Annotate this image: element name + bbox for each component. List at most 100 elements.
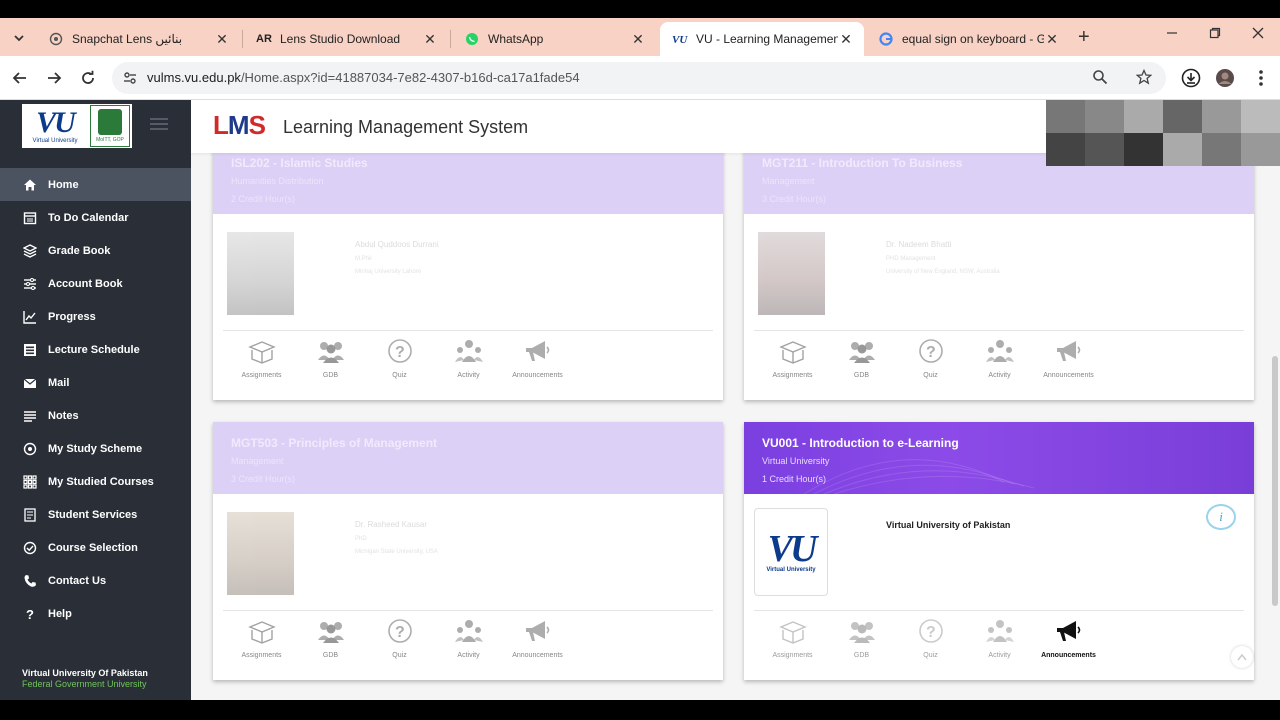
phone-icon (22, 573, 38, 589)
course-card-mgt503[interactable]: MGT503 - Principles of Management Manage… (213, 422, 723, 680)
sidebar-item-progress[interactable]: Progress (0, 300, 191, 333)
quiz-button[interactable]: ? Quiz (365, 330, 434, 379)
activity-button[interactable]: Activity (965, 610, 1034, 659)
course-department: Management (231, 456, 284, 466)
sidebar-item-lecture-schedule[interactable]: Lecture Schedule (0, 333, 191, 366)
close-icon[interactable]: ✕ (1044, 31, 1060, 48)
group-icon (315, 616, 347, 646)
scroll-to-top-button[interactable] (1231, 646, 1253, 668)
close-icon[interactable]: ✕ (630, 31, 646, 48)
quiz-button[interactable]: ? Quiz (896, 330, 965, 379)
instructor-institution: Minhaj University Lahore (355, 269, 422, 275)
tab-search-button[interactable] (8, 27, 30, 49)
sidebar-item-course-selection[interactable]: Course Selection (0, 531, 191, 564)
gdb-button[interactable]: GDB (827, 330, 896, 379)
google-icon (878, 31, 894, 47)
announcements-button[interactable]: Announcements (1034, 330, 1103, 379)
book-icon (777, 336, 809, 366)
minimize-icon[interactable] (1157, 26, 1187, 44)
url-text[interactable]: vulms.vu.edu.pk/Home.aspx?id=41887034-7e… (147, 70, 580, 85)
close-icon[interactable]: ✕ (422, 31, 438, 48)
reload-button[interactable] (76, 66, 100, 90)
assignments-button[interactable]: Assignments (758, 610, 827, 659)
forward-button[interactable] (42, 66, 66, 90)
info-icon[interactable]: i (1206, 504, 1236, 530)
course-card-mgt211[interactable]: MGT211 - Introduction To Business Manage… (744, 142, 1254, 400)
course-card-isl202[interactable]: ISL202 - Islamic Studies Humanities Dist… (213, 142, 723, 400)
hamburger-menu-icon[interactable] (150, 118, 168, 133)
course-card-header[interactable]: MGT503 - Principles of Management Manage… (213, 422, 723, 494)
sidebar-item-study-scheme[interactable]: My Study Scheme (0, 432, 191, 465)
window-close-icon[interactable] (1243, 26, 1273, 44)
kebab-menu-icon (1259, 70, 1263, 86)
tab-snapchat[interactable]: Snapchat Lens بنائیں ✕ (36, 22, 240, 56)
services-icon (22, 507, 38, 523)
sidebar-item-label: Notes (48, 409, 79, 422)
vu-logo[interactable]: VU Virtual University MoITT, GOP (22, 104, 132, 148)
avatar-icon (1216, 69, 1234, 87)
sidebar-item-studied-courses[interactable]: My Studied Courses (0, 465, 191, 498)
close-icon[interactable]: ✕ (838, 31, 854, 48)
assignments-button[interactable]: Assignments (758, 330, 827, 379)
close-icon[interactable]: ✕ (214, 31, 230, 48)
instructor-photo (227, 232, 294, 315)
activity-button[interactable]: Activity (434, 610, 503, 659)
sidebar-item-label: Home (48, 178, 79, 191)
tab-vu-lms[interactable]: VU VU - Learning Management ✕ (660, 22, 864, 56)
gdb-button[interactable]: GDB (827, 610, 896, 659)
lms-logo[interactable]: LMS (213, 110, 266, 141)
announcements-button[interactable]: Announcements (1034, 610, 1103, 659)
quiz-icon: ? (384, 616, 416, 646)
tab-title: equal sign on keyboard - Go (902, 32, 1044, 46)
tab-title: VU - Learning Management (696, 32, 838, 46)
announcements-button[interactable]: Announcements (503, 610, 572, 659)
assignments-button[interactable]: Assignments (227, 330, 296, 379)
sidebar-item-label: Contact Us (48, 574, 107, 587)
instructor-info: Dr. Rasheed Kausar PhD Michigan State Un… (355, 520, 438, 555)
forward-arrow-icon (48, 72, 62, 84)
assignments-button[interactable]: Assignments (227, 610, 296, 659)
main-content: LMS Learning Management System ISL202 - … (191, 100, 1280, 700)
announcements-button[interactable]: Announcements (503, 330, 572, 379)
sidebar-item-help[interactable]: ? Help (0, 597, 191, 630)
tab-whatsapp[interactable]: WhatsApp ✕ (452, 22, 656, 56)
course-credits: 1 Credit Hour(s) (762, 474, 827, 484)
activity-button[interactable]: Activity (965, 330, 1034, 379)
url-path: /Home.aspx?id=41887034-7e82-4307-b16d-ca… (240, 70, 580, 85)
quiz-button[interactable]: ? Quiz (365, 610, 434, 659)
gdb-button[interactable]: GDB (296, 330, 365, 379)
activity-button[interactable]: Activity (434, 330, 503, 379)
sidebar-item-mail[interactable]: Mail (0, 366, 191, 399)
restore-icon[interactable] (1200, 26, 1230, 44)
zoom-icon[interactable] (1092, 69, 1110, 87)
sidebar-item-student-services[interactable]: Student Services (0, 498, 191, 531)
course-code: ISL202 - Islamic Studies (231, 156, 368, 170)
instructor-info: Virtual University of Pakistan (886, 520, 1010, 530)
address-bar[interactable]: vulms.vu.edu.pk/Home.aspx?id=41887034-7e… (112, 62, 1166, 94)
sidebar-item-todo-calendar[interactable]: To Do Calendar (0, 201, 191, 234)
chevron-down-icon (14, 35, 24, 42)
sidebar-item-notes[interactable]: Notes (0, 399, 191, 432)
quiz-icon: ? (384, 336, 416, 366)
bookmark-star-icon[interactable] (1135, 68, 1154, 87)
instructor-name: Abdul Quddoos Durrani (355, 240, 439, 249)
tab-google[interactable]: equal sign on keyboard - Go ✕ (866, 22, 1070, 56)
quiz-button[interactable]: ? Quiz (896, 610, 965, 659)
browser-menu-button[interactable] (1249, 66, 1273, 90)
sidebar-item-label: Lecture Schedule (48, 343, 140, 356)
sidebar-item-grade-book[interactable]: Grade Book (0, 234, 191, 267)
page-scrollbar[interactable] (1272, 356, 1278, 606)
site-settings-icon[interactable] (122, 70, 138, 91)
pixelated-profile-area (1046, 100, 1280, 166)
back-button[interactable] (8, 66, 32, 90)
sidebar-item-contact-us[interactable]: Contact Us (0, 564, 191, 597)
new-tab-button[interactable]: + (1078, 26, 1090, 49)
gdb-button[interactable]: GDB (296, 610, 365, 659)
download-button[interactable] (1179, 66, 1203, 90)
profile-avatar[interactable] (1213, 66, 1237, 90)
tab-lens-studio[interactable]: AR Lens Studio Download ✕ (244, 22, 448, 56)
sidebar-item-account-book[interactable]: Account Book (0, 267, 191, 300)
sidebar-item-home[interactable]: Home (0, 168, 191, 201)
course-card-header[interactable]: VU001 - Introduction to e-Learning Virtu… (744, 422, 1254, 494)
course-card-vu001[interactable]: VU001 - Introduction to e-Learning Virtu… (744, 422, 1254, 680)
